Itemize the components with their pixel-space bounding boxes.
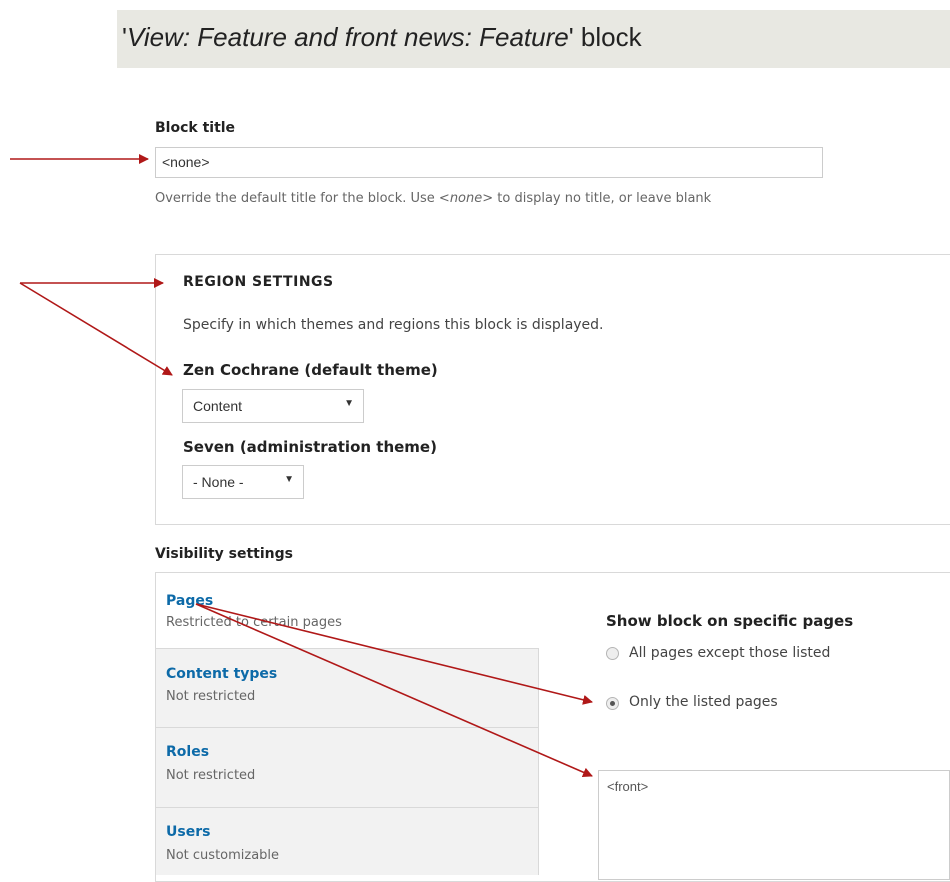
tab-summary: Restricted to certain pages	[166, 615, 342, 630]
seven-theme-label: Seven (administration theme)	[183, 438, 437, 456]
tab-roles[interactable]: Roles Not restricted	[156, 728, 539, 808]
chevron-down-icon: ▼	[284, 474, 294, 485]
page-title: 'View: Feature and front news: Feature' …	[122, 22, 642, 52]
radio-all-pages-except-label: All pages except those listed	[629, 645, 831, 661]
tab-summary: Not restricted	[166, 689, 256, 704]
arrow-to-zen-theme	[19, 282, 173, 376]
visibility-settings-heading: Visibility settings	[155, 546, 293, 562]
pages-pane-heading: Show block on specific pages	[606, 612, 854, 630]
radio-only-listed-pages[interactable]	[606, 697, 619, 710]
seven-theme-region-select[interactable]: - None - ▼	[182, 465, 304, 499]
region-settings-legend: REGION SETTINGS	[183, 274, 334, 290]
zen-theme-region-select[interactable]: Content ▼	[182, 389, 364, 423]
region-settings-help: Specify in which themes and regions this…	[183, 317, 604, 333]
tab-users[interactable]: Users Not customizable	[156, 808, 539, 875]
chevron-down-icon: ▼	[344, 398, 354, 409]
tab-title: Roles	[166, 744, 210, 760]
tab-title: Users	[166, 824, 211, 840]
block-title-description: Override the default title for the block…	[155, 191, 712, 206]
tab-summary: Not restricted	[166, 768, 256, 783]
pages-textarea[interactable]: <front>	[598, 770, 950, 880]
tab-pages[interactable]: Pages Restricted to certain pages	[156, 573, 539, 648]
radio-all-pages-except[interactable]	[606, 647, 619, 660]
view-name: View: Feature and front news: Feature	[126, 22, 569, 52]
radio-only-listed-pages-label: Only the listed pages	[629, 694, 778, 710]
block-title-input[interactable]: <none>	[155, 147, 823, 178]
tab-content-types[interactable]: Content types Not restricted	[156, 648, 539, 728]
tab-title: Pages	[166, 593, 214, 609]
zen-theme-label: Zen Cochrane (default theme)	[183, 361, 438, 379]
tab-summary: Not customizable	[166, 848, 280, 863]
block-title-label: Block title	[155, 120, 236, 136]
tab-title: Content types	[166, 666, 278, 682]
